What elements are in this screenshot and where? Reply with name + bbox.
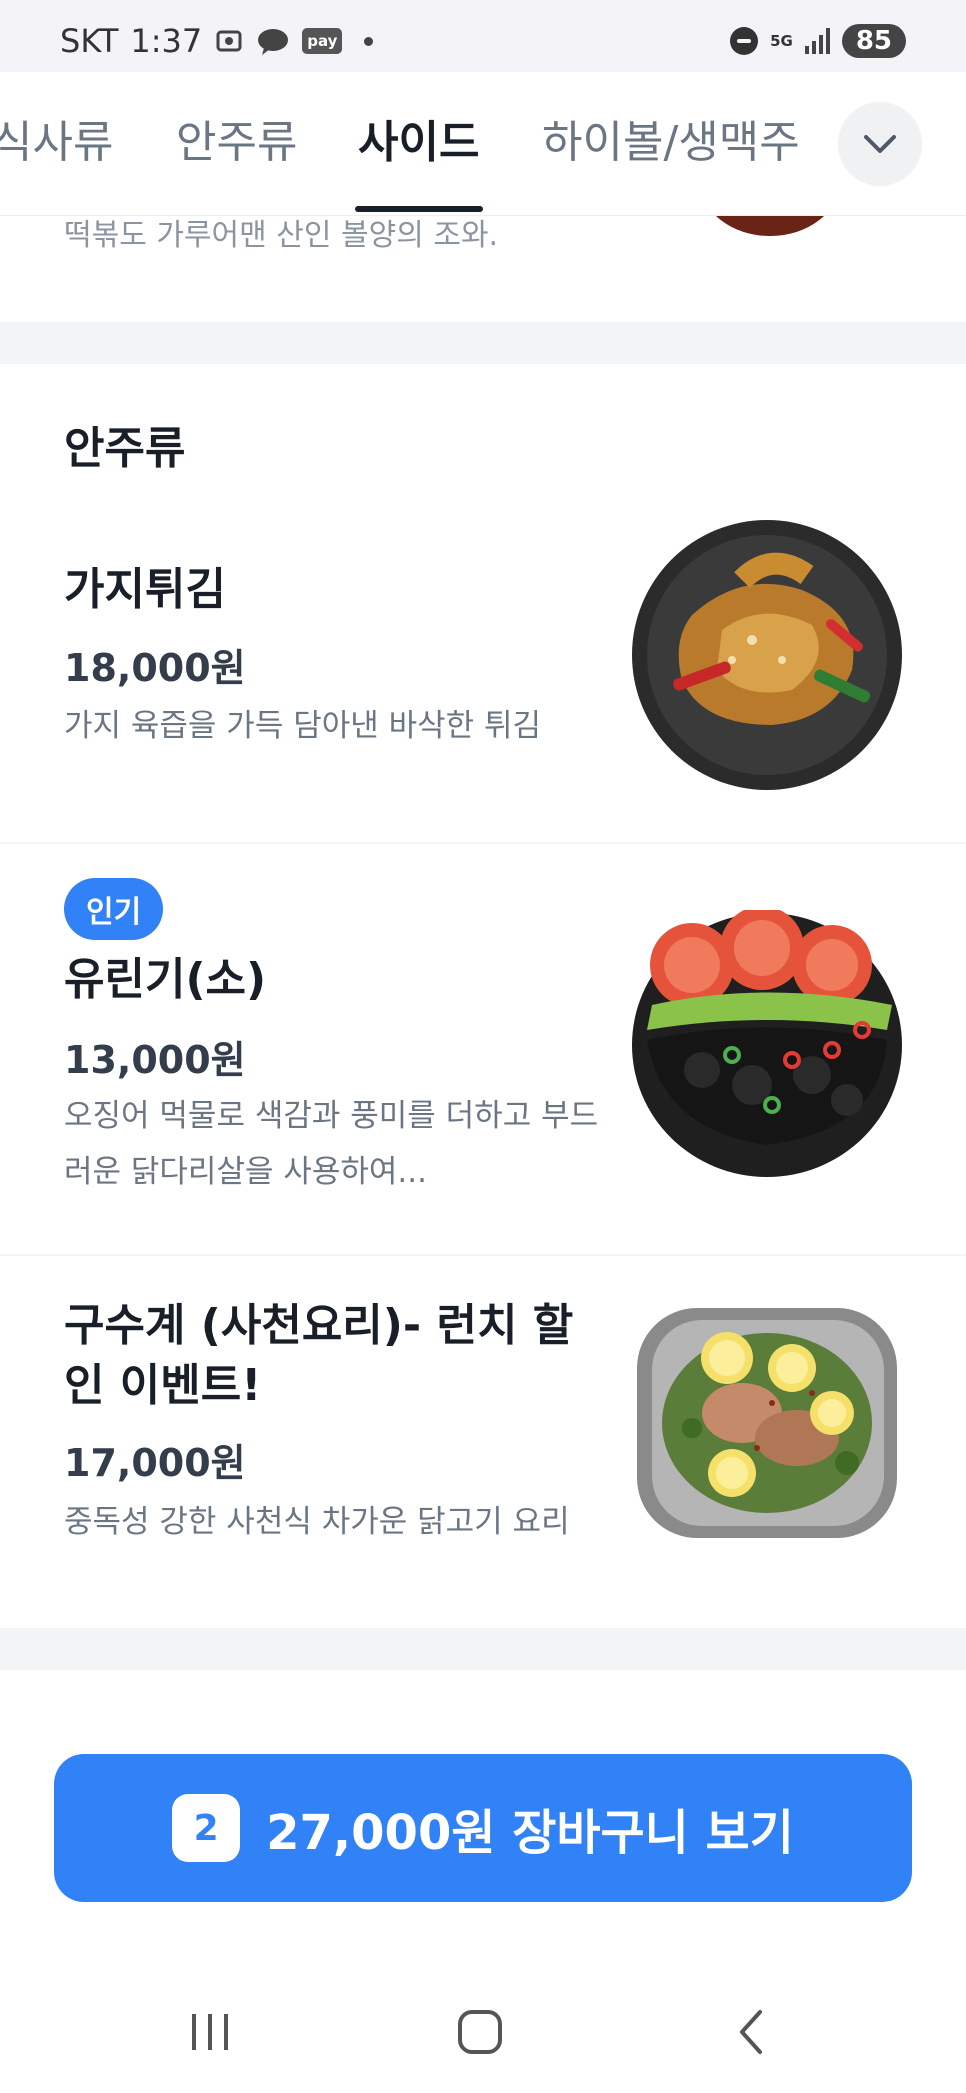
back-icon [740, 2010, 762, 2054]
section-separator [0, 1628, 966, 1670]
recent-apps-icon [192, 2014, 228, 2050]
item-description: 중독성 강한 사천식 차가운 닭고기 요리 [64, 1504, 570, 1540]
battery-indicator: 85 [841, 24, 906, 58]
menu-item[interactable]: 구수계 (사천요리)- 런치 할인 이벤트! 17,000원 중독성 강한 사천… [0, 1256, 966, 1628]
item-price: 13,000원 [64, 1038, 246, 1082]
item-thumbnail [700, 216, 840, 236]
carrier-label: SKT [60, 22, 119, 60]
view-cart-button[interactable]: 2 27,000원 장바구니 보기 [54, 1754, 912, 1902]
section-title: 안주류 [64, 423, 186, 474]
expand-categories-button[interactable] [838, 102, 922, 186]
signal-icon [804, 28, 830, 54]
item-thumbnail [632, 910, 902, 1180]
recent-apps-button[interactable] [170, 2002, 250, 2062]
cart-button-label: 27,000원 장바구니 보기 [266, 1805, 794, 1861]
item-name: 구수계 (사천요리)- 런치 할인 이벤트! [64, 1300, 574, 1411]
status-bar: SKT 1:37 pay 5G 85 [0, 0, 966, 72]
pay-icon: pay [302, 28, 343, 54]
section-separator [0, 322, 966, 364]
do-not-disturb-icon [730, 27, 759, 55]
clock: 1:37 [130, 22, 203, 60]
home-button[interactable] [440, 2002, 520, 2062]
tab-meals[interactable]: 식사류 [0, 106, 113, 170]
tab-highball-beer[interactable]: 하이볼/생맥주 [542, 106, 800, 170]
category-tab-bar: 식사류 안주류 사이드 하이볼/생맥주 [0, 72, 966, 216]
system-navigation-bar [0, 1972, 966, 2093]
item-description: 오징어 먹물로 색감과 풍미를 더하고 부드러운 닭다리살을 사용하여... [64, 1098, 599, 1190]
item-name: 유린기(소) [64, 954, 267, 1005]
item-price: 18,000원 [64, 646, 246, 690]
item-description: 떡볶도 가루어맨 산인 볼양의 조와. [64, 218, 499, 253]
item-price: 17,000원 [64, 1441, 246, 1485]
item-description: 가지 육즙을 가득 담아낸 바삭한 튀김 [64, 708, 542, 744]
active-tab-indicator [355, 206, 483, 212]
tab-side[interactable]: 사이드 [358, 106, 479, 170]
previous-menu-item-partial[interactable]: 떡볶도 가루어맨 산인 볼양의 조와. [0, 216, 966, 322]
home-icon [458, 2010, 502, 2054]
chat-app-icon [256, 26, 290, 56]
item-name: 가지튀김 [64, 564, 226, 615]
item-thumbnail [632, 1288, 902, 1558]
screenshot-icon [214, 26, 244, 56]
network-5g-icon: 5G [770, 32, 793, 50]
back-button[interactable] [712, 2002, 792, 2062]
cart-count-badge: 2 [172, 1794, 241, 1862]
menu-item[interactable]: 가지튀김 18,000원 가지 육즙을 가득 담아낸 바삭한 튀김 [0, 480, 966, 844]
tab-side-dishes-snacks[interactable]: 안주류 [176, 106, 297, 170]
item-thumbnail [632, 520, 902, 790]
menu-item[interactable]: 인기 유린기(소) 13,000원 오징어 먹물로 색감과 풍미를 더하고 부드… [0, 844, 966, 1256]
popular-badge: 인기 [64, 878, 164, 940]
chevron-down-icon [864, 135, 896, 153]
notification-dot-icon [364, 36, 374, 46]
